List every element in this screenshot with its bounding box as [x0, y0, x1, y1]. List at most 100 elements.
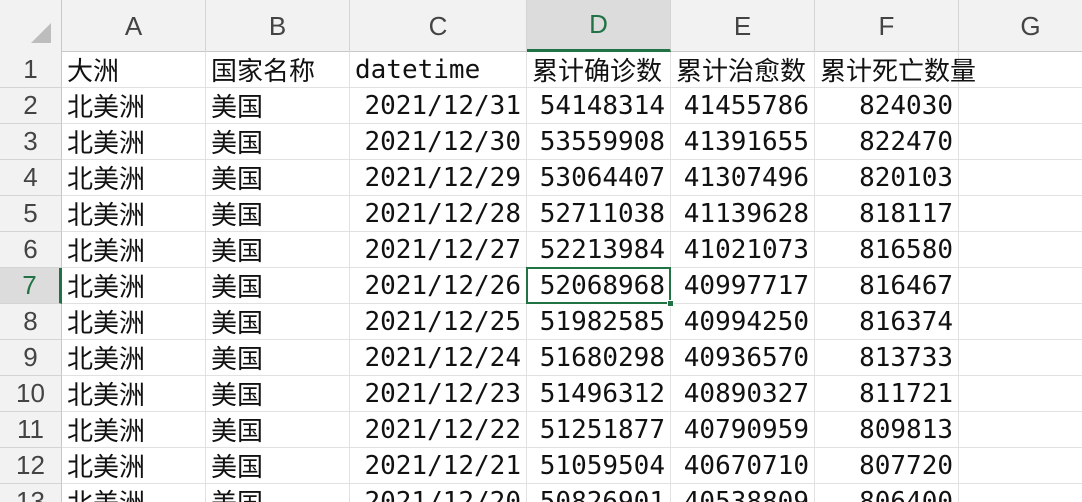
empty-cell[interactable]: [959, 448, 1082, 484]
data-cell[interactable]: 806400: [815, 484, 959, 502]
data-cell[interactable]: 824030: [815, 88, 959, 124]
header-cell-b[interactable]: 国家名称: [206, 52, 350, 88]
column-header-d[interactable]: D: [527, 0, 671, 52]
empty-cell[interactable]: [959, 124, 1082, 160]
data-cell[interactable]: 51982585: [527, 304, 671, 340]
data-cell[interactable]: 40936570: [671, 340, 815, 376]
fill-handle[interactable]: [667, 300, 674, 307]
column-header-e[interactable]: E: [671, 0, 815, 52]
data-cell[interactable]: 41307496: [671, 160, 815, 196]
data-cell[interactable]: 北美洲: [62, 196, 206, 232]
row-header-3[interactable]: 3: [0, 124, 62, 160]
data-cell[interactable]: 52711038: [527, 196, 671, 232]
row-header-10[interactable]: 10: [0, 376, 62, 412]
row-header-9[interactable]: 9: [0, 340, 62, 376]
data-cell[interactable]: 美国: [206, 196, 350, 232]
data-cell[interactable]: 美国: [206, 268, 350, 304]
data-cell[interactable]: 51059504: [527, 448, 671, 484]
data-cell[interactable]: 美国: [206, 340, 350, 376]
data-cell[interactable]: 北美洲: [62, 484, 206, 502]
data-cell[interactable]: 820103: [815, 160, 959, 196]
data-cell[interactable]: 822470: [815, 124, 959, 160]
data-cell[interactable]: 美国: [206, 124, 350, 160]
row-header-13[interactable]: 13: [0, 484, 62, 502]
empty-cell[interactable]: [959, 376, 1082, 412]
data-cell[interactable]: 40890327: [671, 376, 815, 412]
column-header-c[interactable]: C: [350, 0, 527, 52]
data-cell[interactable]: 北美洲: [62, 160, 206, 196]
data-cell[interactable]: 北美洲: [62, 412, 206, 448]
data-cell[interactable]: 美国: [206, 88, 350, 124]
data-cell[interactable]: 40790959: [671, 412, 815, 448]
data-cell[interactable]: 北美洲: [62, 340, 206, 376]
data-cell[interactable]: 54148314: [527, 88, 671, 124]
empty-cell[interactable]: [959, 304, 1082, 340]
data-cell[interactable]: 美国: [206, 484, 350, 502]
data-cell[interactable]: 美国: [206, 232, 350, 268]
row-header-2[interactable]: 2: [0, 88, 62, 124]
data-cell[interactable]: 2021/12/23: [350, 376, 527, 412]
data-cell[interactable]: 美国: [206, 412, 350, 448]
data-cell[interactable]: 41455786: [671, 88, 815, 124]
data-cell[interactable]: 美国: [206, 376, 350, 412]
data-cell[interactable]: 41021073: [671, 232, 815, 268]
data-cell[interactable]: 北美洲: [62, 124, 206, 160]
data-cell[interactable]: 2021/12/30: [350, 124, 527, 160]
row-header-4[interactable]: 4: [0, 160, 62, 196]
data-cell[interactable]: 51251877: [527, 412, 671, 448]
row-header-7[interactable]: 7: [0, 268, 62, 304]
empty-cell[interactable]: [959, 412, 1082, 448]
data-cell[interactable]: 40994250: [671, 304, 815, 340]
data-cell[interactable]: 41391655: [671, 124, 815, 160]
header-cell-c[interactable]: datetime: [350, 52, 527, 88]
header-cell-f[interactable]: 累计死亡数量: [815, 52, 976, 88]
data-cell[interactable]: 818117: [815, 196, 959, 232]
header-cell-a[interactable]: 大洲: [62, 52, 206, 88]
header-cell-d[interactable]: 累计确诊数: [527, 52, 671, 88]
data-cell[interactable]: 40538809: [671, 484, 815, 502]
data-cell[interactable]: 53064407: [527, 160, 671, 196]
data-cell[interactable]: 816467: [815, 268, 959, 304]
data-cell[interactable]: 816374: [815, 304, 959, 340]
data-cell[interactable]: 813733: [815, 340, 959, 376]
data-cell[interactable]: 2021/12/25: [350, 304, 527, 340]
data-cell[interactable]: 2021/12/27: [350, 232, 527, 268]
data-cell[interactable]: 807720: [815, 448, 959, 484]
data-cell[interactable]: 北美洲: [62, 448, 206, 484]
data-cell[interactable]: 2021/12/26: [350, 268, 527, 304]
row-header-5[interactable]: 5: [0, 196, 62, 232]
header-cell-e[interactable]: 累计治愈数: [671, 52, 815, 88]
data-cell[interactable]: 52213984: [527, 232, 671, 268]
empty-cell[interactable]: [959, 160, 1082, 196]
data-cell[interactable]: 50826901: [527, 484, 671, 502]
data-cell[interactable]: 北美洲: [62, 268, 206, 304]
empty-cell[interactable]: [959, 268, 1082, 304]
row-header-11[interactable]: 11: [0, 412, 62, 448]
column-header-f[interactable]: F: [815, 0, 959, 52]
data-cell[interactable]: 40670710: [671, 448, 815, 484]
data-cell[interactable]: 北美洲: [62, 88, 206, 124]
empty-cell[interactable]: [959, 88, 1082, 124]
data-cell[interactable]: 816580: [815, 232, 959, 268]
data-cell[interactable]: 809813: [815, 412, 959, 448]
data-cell[interactable]: 52068968: [527, 268, 671, 304]
data-cell[interactable]: 北美洲: [62, 232, 206, 268]
data-cell[interactable]: 美国: [206, 448, 350, 484]
data-cell[interactable]: 40997717: [671, 268, 815, 304]
data-cell[interactable]: 2021/12/31: [350, 88, 527, 124]
empty-cell[interactable]: [959, 232, 1082, 268]
data-cell[interactable]: 2021/12/28: [350, 196, 527, 232]
data-cell[interactable]: 41139628: [671, 196, 815, 232]
column-header-a[interactable]: A: [62, 0, 206, 52]
data-cell[interactable]: 美国: [206, 160, 350, 196]
column-header-b[interactable]: B: [206, 0, 350, 52]
column-header-g[interactable]: G: [959, 0, 1082, 52]
row-header-8[interactable]: 8: [0, 304, 62, 340]
data-cell[interactable]: 北美洲: [62, 304, 206, 340]
data-cell[interactable]: 2021/12/24: [350, 340, 527, 376]
empty-cell[interactable]: [959, 196, 1082, 232]
data-cell[interactable]: 2021/12/21: [350, 448, 527, 484]
empty-cell[interactable]: [959, 484, 1082, 502]
row-header-12[interactable]: 12: [0, 448, 62, 484]
cell-g1[interactable]: [959, 52, 1082, 88]
